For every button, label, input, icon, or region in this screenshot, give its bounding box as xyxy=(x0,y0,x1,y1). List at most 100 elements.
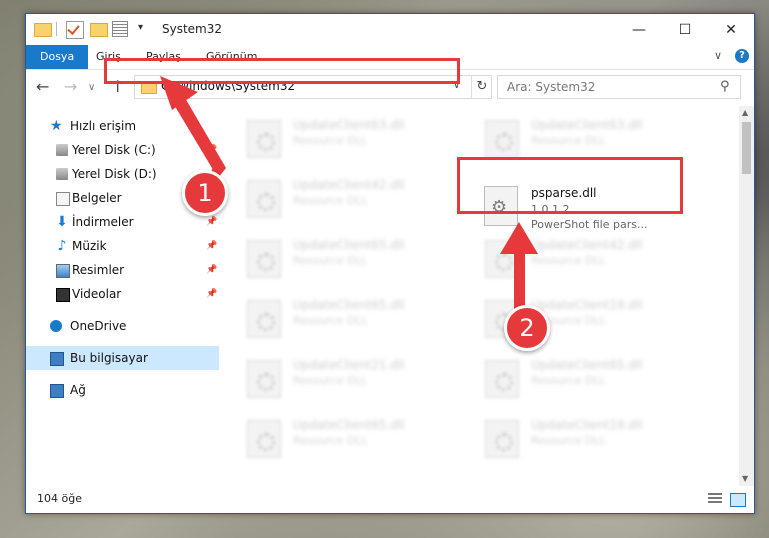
pin-icon[interactable]: 📌 xyxy=(206,282,217,306)
ribbon-expand-chevron-icon[interactable]: ∨ xyxy=(714,49,722,62)
file-description: Resource DLL xyxy=(531,254,606,267)
sidebar-item-label: Hızlı erişim xyxy=(70,119,137,133)
file-description: Resource DLL xyxy=(293,374,368,387)
search-placeholder: Ara: System32 xyxy=(507,80,596,94)
file-name: UpdateClient65.dll xyxy=(293,238,405,252)
recent-locations-dropdown[interactable]: ∨ xyxy=(88,82,95,93)
dll-file-icon xyxy=(485,120,519,158)
sidebar-item-label: OneDrive xyxy=(70,319,127,333)
details-view-icon[interactable] xyxy=(708,493,722,505)
file-description: Resource DLL xyxy=(293,134,368,147)
sidebar-item-videos[interactable]: Videolar 📌 xyxy=(26,282,219,306)
documents-icon xyxy=(56,192,70,206)
file-description: Resource DLL xyxy=(531,134,606,147)
scroll-down-icon[interactable]: ▼ xyxy=(742,474,748,483)
music-icon: ♪ xyxy=(57,238,67,254)
file-name: UpdateClient21.dll xyxy=(293,358,405,372)
close-button[interactable]: ✕ xyxy=(708,14,754,45)
file-description: Resource DLL xyxy=(293,434,368,447)
file-description: PowerShot file pars... xyxy=(531,218,648,231)
tab-file[interactable]: Dosya xyxy=(26,45,89,69)
sidebar-item-network[interactable]: Ağ xyxy=(26,378,219,402)
drive-icon xyxy=(56,144,68,156)
sidebar-item-label: İndirmeler xyxy=(72,215,134,229)
scroll-up-icon[interactable]: ▲ xyxy=(742,108,748,117)
folder-icon xyxy=(34,23,52,37)
file-name: UpdateClient19.dll xyxy=(531,298,643,312)
sidebar-item-label: Yerel Disk (C:) xyxy=(72,143,156,157)
toolbar-divider xyxy=(56,22,57,36)
downloads-icon: ⬇ xyxy=(56,214,68,230)
dll-file-icon xyxy=(485,360,519,398)
computer-icon xyxy=(50,352,64,366)
sidebar-item-downloads[interactable]: ⬇ İndirmeler 📌 xyxy=(26,210,219,234)
file-highlight xyxy=(457,157,683,214)
properties-list-icon[interactable] xyxy=(112,21,128,37)
dll-file-icon xyxy=(247,300,281,338)
navigation-pane: ★ Hızlı erişim Yerel Disk (C:) 📌 Yerel D… xyxy=(26,106,219,486)
file-description: Resource DLL xyxy=(531,434,606,447)
dll-file-icon xyxy=(247,360,281,398)
search-input[interactable]: Ara: System32 ⚲ xyxy=(497,75,741,99)
cloud-icon xyxy=(50,320,62,332)
sidebar-item-label: Müzik xyxy=(72,239,107,253)
file-explorer-window: ▾ System32 — ☐ ✕ Dosya Giriş Paylaş Görü… xyxy=(25,13,755,514)
quick-access-dropdown[interactable]: ▾ xyxy=(138,22,143,33)
dll-file-icon xyxy=(247,180,281,218)
dll-file-icon xyxy=(247,240,281,278)
network-icon xyxy=(50,384,64,398)
pin-icon[interactable]: 📌 xyxy=(206,258,217,282)
sidebar-item-label: Videolar xyxy=(72,287,122,301)
help-icon[interactable]: ? xyxy=(735,49,749,63)
sidebar-item-this-pc[interactable]: Bu bilgisayar xyxy=(26,346,219,370)
dll-file-icon xyxy=(485,420,519,458)
file-description: Resource DLL xyxy=(293,194,368,207)
dll-file-icon xyxy=(247,120,281,158)
sidebar-item-label: Belgeler xyxy=(72,191,122,205)
back-button[interactable]: ← xyxy=(36,77,49,96)
file-description: Resource DLL xyxy=(531,374,606,387)
sidebar-item-label: Bu bilgisayar xyxy=(70,351,148,365)
star-icon: ★ xyxy=(50,118,63,134)
sidebar-item-quick-access[interactable]: ★ Hızlı erişim xyxy=(26,114,219,138)
pin-icon[interactable]: 📌 xyxy=(206,138,217,162)
forward-button[interactable]: → xyxy=(64,77,77,96)
file-name: UpdateClient63.dll xyxy=(531,118,643,132)
title-bar: ▾ System32 — ☐ ✕ xyxy=(26,14,754,45)
item-count: 104 öğe xyxy=(37,492,82,505)
properties-check-icon[interactable] xyxy=(66,21,84,39)
sidebar-item-label: Resimler xyxy=(72,263,125,277)
sidebar-item-onedrive[interactable]: OneDrive xyxy=(26,314,219,338)
sidebar-item-label: Yerel Disk (D:) xyxy=(72,167,157,181)
vertical-scrollbar[interactable]: ▲ ▼ xyxy=(739,106,754,486)
step-badge-1: 1 xyxy=(182,170,228,216)
pin-icon[interactable]: 📌 xyxy=(206,234,217,258)
file-name: UpdateClient65.dll xyxy=(531,358,643,372)
large-icons-view-icon[interactable] xyxy=(730,493,746,507)
address-bar-highlight xyxy=(104,58,460,84)
dll-file-icon xyxy=(485,240,519,278)
new-folder-icon[interactable] xyxy=(90,23,108,37)
dll-file-icon xyxy=(247,420,281,458)
videos-icon xyxy=(56,288,70,302)
sidebar-item-pictures[interactable]: Resimler 📌 xyxy=(26,258,219,282)
minimize-button[interactable]: — xyxy=(616,14,662,45)
file-description: Resource DLL xyxy=(293,314,368,327)
sidebar-item-music[interactable]: ♪ Müzik 📌 xyxy=(26,234,219,258)
file-name: UpdateClient65.dll xyxy=(293,298,405,312)
file-name: UpdateClient65.dll xyxy=(293,418,405,432)
file-name: UpdateClient42.dll xyxy=(293,178,405,192)
file-name: UpdateClient42.dll xyxy=(531,238,643,252)
sidebar-item-disk-c[interactable]: Yerel Disk (C:) 📌 xyxy=(26,138,219,162)
search-icon[interactable]: ⚲ xyxy=(720,79,730,94)
scroll-thumb[interactable] xyxy=(742,122,751,174)
maximize-button[interactable]: ☐ xyxy=(662,14,708,45)
pictures-icon xyxy=(56,264,70,278)
step-badge-2: 2 xyxy=(504,305,550,351)
window-title: System32 xyxy=(162,22,223,36)
status-bar: 104 öğe xyxy=(26,486,754,513)
file-description: Resource DLL xyxy=(293,254,368,267)
file-name: UpdateClient19.dll xyxy=(531,418,643,432)
drive-icon xyxy=(56,168,68,180)
refresh-button[interactable]: ↻ xyxy=(471,76,492,98)
